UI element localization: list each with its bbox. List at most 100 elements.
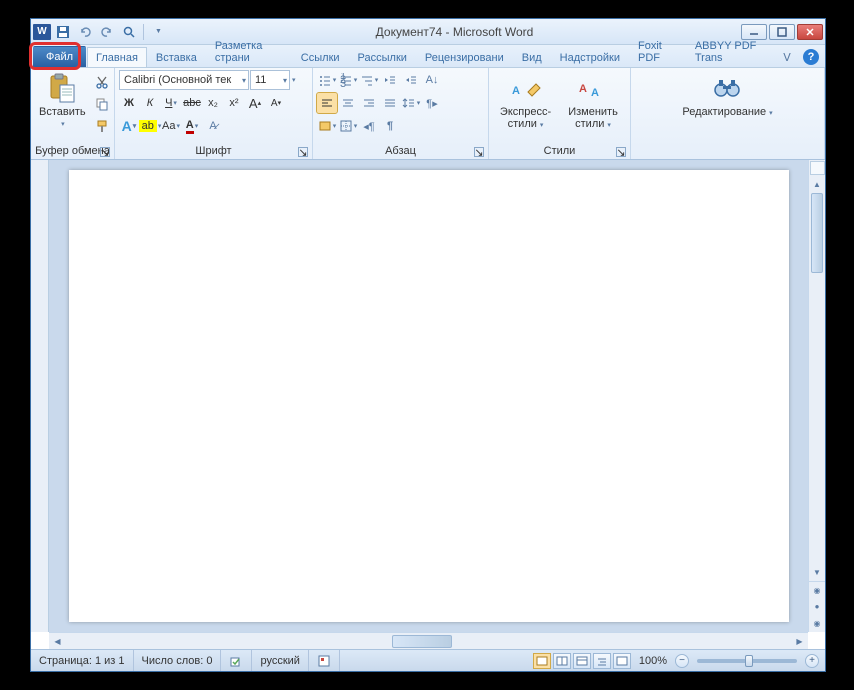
scroll-left-icon[interactable]: ◀: [49, 633, 66, 650]
clipboard-launcher-icon[interactable]: ↘: [100, 147, 110, 157]
vertical-ruler[interactable]: [31, 160, 49, 632]
align-center-icon[interactable]: [338, 93, 358, 113]
browse-object-icon[interactable]: ●: [809, 598, 825, 615]
undo-icon[interactable]: [75, 22, 95, 42]
close-button[interactable]: [797, 24, 823, 40]
scroll-track-v[interactable]: [809, 193, 825, 564]
rtl-direction-icon[interactable]: ◂¶: [359, 116, 379, 136]
scroll-up-icon[interactable]: ▲: [809, 176, 825, 193]
font-size-dropdown-icon[interactable]: ▾: [292, 76, 296, 84]
zoom-slider-thumb[interactable]: [745, 655, 753, 667]
font-size-combo[interactable]: 11▾: [250, 70, 290, 90]
status-language[interactable]: русский: [252, 650, 308, 671]
tab-insert[interactable]: Вставка: [147, 47, 206, 67]
zoom-level[interactable]: 100%: [639, 655, 667, 667]
tab-mailings[interactable]: Рассылки: [349, 47, 416, 67]
ltr-direction-icon[interactable]: ¶▸: [422, 93, 442, 113]
prev-page-icon[interactable]: ◉: [809, 581, 825, 598]
view-reading-icon[interactable]: [553, 653, 571, 669]
zoom-slider[interactable]: [697, 659, 797, 663]
status-macro[interactable]: [309, 650, 340, 671]
horizontal-scrollbar[interactable]: ◀ ▶: [49, 632, 808, 649]
quick-styles-button[interactable]: A Экспресс-стили ▾: [493, 70, 558, 132]
tab-addins[interactable]: Надстройки: [551, 47, 629, 67]
tab-layout[interactable]: Разметка страни: [206, 35, 292, 67]
tab-references[interactable]: Ссылки: [292, 47, 349, 67]
sort-icon[interactable]: A↓: [422, 70, 442, 90]
help-icon[interactable]: ?: [803, 49, 819, 65]
view-outline-icon[interactable]: [593, 653, 611, 669]
clear-formatting-icon[interactable]: A̷: [203, 116, 223, 136]
font-name-combo[interactable]: Calibri (Основной тек▾: [119, 70, 249, 90]
find-icon[interactable]: [119, 22, 139, 42]
status-proofing[interactable]: [221, 650, 252, 671]
show-marks-icon[interactable]: ¶: [380, 116, 400, 136]
italic-button[interactable]: К: [140, 93, 160, 113]
tab-home[interactable]: Главная: [87, 47, 147, 67]
svg-text:A: A: [591, 87, 599, 99]
increase-indent-icon[interactable]: [401, 70, 421, 90]
superscript-button[interactable]: x²: [224, 93, 244, 113]
copy-icon[interactable]: [92, 94, 112, 114]
scroll-track-h[interactable]: [66, 635, 791, 648]
view-print-layout-icon[interactable]: [533, 653, 551, 669]
document-page[interactable]: [69, 170, 789, 622]
ribbon: Вставить ▾ Буфер обмена↘ Calibri (Основн…: [31, 68, 825, 160]
highlight-icon[interactable]: ab▾: [140, 116, 160, 136]
text-effects-icon[interactable]: A▾: [119, 116, 139, 136]
document-viewport[interactable]: [49, 160, 808, 632]
styles-launcher-icon[interactable]: ↘: [616, 147, 626, 157]
tab-file[interactable]: Файл: [33, 46, 86, 67]
font-launcher-icon[interactable]: ↘: [298, 147, 308, 157]
strikethrough-button[interactable]: abc: [182, 93, 202, 113]
zoom-out-button[interactable]: −: [675, 654, 689, 668]
view-web-icon[interactable]: [573, 653, 591, 669]
minimize-ribbon-icon[interactable]: ᐯ: [777, 47, 797, 67]
justify-icon[interactable]: [380, 93, 400, 113]
shrink-font-icon[interactable]: A▾: [266, 93, 286, 113]
bold-button[interactable]: Ж: [119, 93, 139, 113]
subscript-button[interactable]: x₂: [203, 93, 223, 113]
align-left-icon[interactable]: [317, 93, 337, 113]
group-font-label: Шрифт↘: [119, 143, 308, 159]
group-editing-label: [635, 144, 820, 159]
qat-customize-icon[interactable]: ▼: [148, 22, 168, 42]
save-icon[interactable]: [53, 22, 73, 42]
paragraph-launcher-icon[interactable]: ↘: [474, 147, 484, 157]
align-right-icon[interactable]: [359, 93, 379, 113]
zoom-in-button[interactable]: +: [805, 654, 819, 668]
tab-view[interactable]: Вид: [513, 47, 551, 67]
word-app-icon[interactable]: W: [33, 24, 51, 40]
multilevel-list-icon[interactable]: ▾: [359, 70, 379, 90]
font-color-icon[interactable]: A▾: [182, 116, 202, 136]
editing-button[interactable]: Редактирование ▾: [678, 70, 776, 120]
cut-icon[interactable]: [92, 72, 112, 92]
underline-button[interactable]: Ч▾: [161, 93, 181, 113]
next-page-icon[interactable]: ◉: [809, 615, 825, 632]
tab-review[interactable]: Рецензировани: [416, 47, 513, 67]
scroll-thumb-v[interactable]: [811, 193, 823, 273]
bullets-icon[interactable]: ▾: [317, 70, 337, 90]
borders-icon[interactable]: ▾: [338, 116, 358, 136]
redo-icon[interactable]: [97, 22, 117, 42]
decrease-indent-icon[interactable]: [380, 70, 400, 90]
vertical-scrollbar[interactable]: ▲ ▼ ◉ ● ◉: [808, 160, 825, 632]
numbering-icon[interactable]: 123▾: [338, 70, 358, 90]
grow-font-icon[interactable]: A▴: [245, 93, 265, 113]
paste-button[interactable]: Вставить ▾: [35, 70, 90, 131]
scroll-right-icon[interactable]: ▶: [791, 633, 808, 650]
scroll-down-icon[interactable]: ▼: [809, 564, 825, 581]
scroll-thumb-h[interactable]: [392, 635, 452, 648]
format-painter-icon[interactable]: [92, 116, 112, 136]
change-case-icon[interactable]: Aa▾: [161, 116, 181, 136]
tab-foxit[interactable]: Foxit PDF: [629, 35, 686, 67]
change-styles-button[interactable]: AA Изменить стили ▾: [560, 70, 626, 132]
shading-icon[interactable]: ▾: [317, 116, 337, 136]
status-word-count[interactable]: Число слов: 0: [134, 650, 222, 671]
line-spacing-icon[interactable]: ▾: [401, 93, 421, 113]
editing-label: Редактирование: [682, 106, 766, 118]
view-draft-icon[interactable]: [613, 653, 631, 669]
status-page[interactable]: Страница: 1 из 1: [31, 650, 134, 671]
tab-abbyy[interactable]: ABBYY PDF Trans: [686, 35, 777, 67]
ruler-toggle-icon[interactable]: [810, 161, 825, 175]
